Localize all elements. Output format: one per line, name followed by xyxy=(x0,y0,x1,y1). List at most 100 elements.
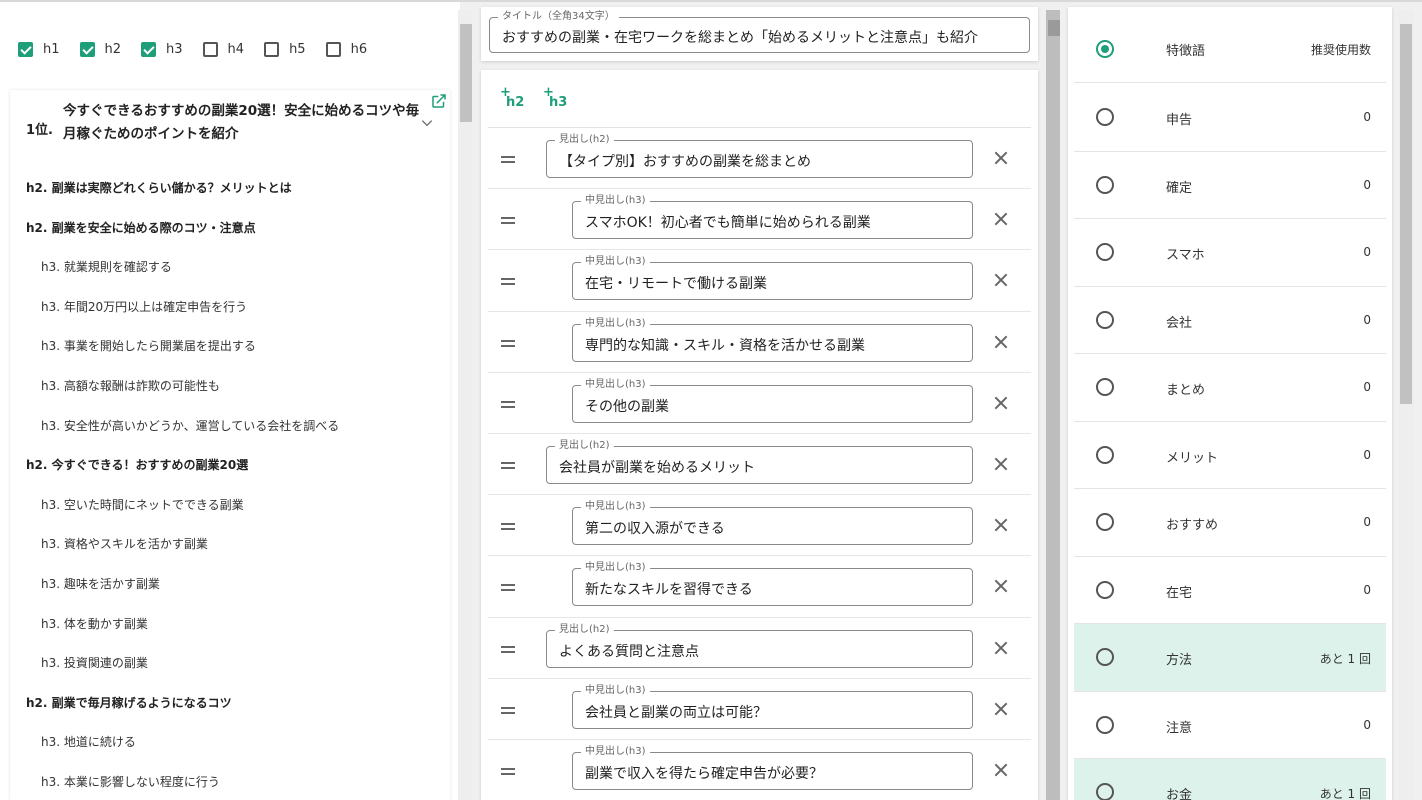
checkbox-icon[interactable] xyxy=(141,41,157,57)
filter-h5[interactable]: h5 xyxy=(264,41,312,57)
heading-field-h2[interactable]: 見出し(h2) 【タイプ別】おすすめの副業を総まとめ xyxy=(546,133,973,178)
delete-icon[interactable] xyxy=(993,578,1009,594)
right-scrollbar-thumb[interactable] xyxy=(1400,24,1412,404)
filter-h1[interactable]: h1 xyxy=(18,41,66,57)
drag-handle-icon[interactable] xyxy=(501,768,515,775)
keyword-row[interactable]: 会社 0 xyxy=(1074,287,1386,354)
keyword-radio[interactable] xyxy=(1096,378,1114,396)
drag-handle-icon[interactable] xyxy=(501,584,515,592)
keyword-name: 申告 xyxy=(1166,113,1193,128)
middle-scrollbar-thumb[interactable] xyxy=(1048,20,1060,36)
drag-handle-icon[interactable] xyxy=(501,523,515,531)
checkbox-icon[interactable] xyxy=(325,41,341,57)
add-h3-button[interactable]: + h3 xyxy=(543,85,573,115)
left-scrollbar-track[interactable] xyxy=(458,10,472,800)
keyword-radio[interactable] xyxy=(1096,715,1114,734)
keyword-count: 0 xyxy=(1363,110,1371,124)
filter-h6[interactable]: h6 xyxy=(325,41,374,57)
delete-icon[interactable] xyxy=(993,517,1009,533)
heading-field-h3[interactable]: 中見出し(h3) 新たなスキルを習得できる xyxy=(572,561,973,607)
filter-h4[interactable]: h4 xyxy=(202,41,251,57)
outline-item-h3: h3. 趣味を活かす副業 xyxy=(41,576,160,591)
heading-field-label: 中見出し(h3) xyxy=(581,316,650,331)
delete-icon[interactable] xyxy=(993,701,1009,717)
keyword-row[interactable]: メリット 0 xyxy=(1074,422,1386,489)
title-field[interactable]: タイトル（全角34文字） おすすめの副業・在宅ワークを総まとめ「始めるメリットと… xyxy=(489,10,1030,53)
heading-field-h2[interactable]: 見出し(h2) よくある質問と注意点 xyxy=(546,622,973,668)
competitor-title-row[interactable]: 1位. 今すぐできるおすすめの副業20選！安全に始めるコツや毎月稼ぐためのポイン… xyxy=(26,100,426,146)
delete-icon[interactable] xyxy=(993,211,1009,227)
heading-field-h3[interactable]: 中見出し(h3) 会社員と副業の両立は可能？ xyxy=(572,683,973,729)
external-link-icon[interactable] xyxy=(430,92,448,110)
title-card: タイトル（全角34文字） おすすめの副業・在宅ワークを総まとめ「始めるメリットと… xyxy=(481,7,1038,61)
keyword-row[interactable]: まとめ 0 xyxy=(1074,354,1386,422)
keyword-row[interactable]: 方法 あと 1 回 xyxy=(1074,624,1386,692)
keyword-radio[interactable] xyxy=(1096,445,1114,464)
keyword-row[interactable]: スマホ 0 xyxy=(1074,219,1386,287)
heading-row: 中見出し(h3) 第二の収入源ができる xyxy=(488,495,1031,557)
keyword-panel: 特徴語 推奨使用数 申告 0 確定 0 スマホ 0 会社 0 まとめ 0 メリット 0 おすすめ 0 在宅 0… xyxy=(1068,7,1392,800)
drag-handle-icon[interactable] xyxy=(501,278,515,286)
filter-h2[interactable]: h2 xyxy=(79,41,128,57)
drag-handle-icon[interactable] xyxy=(501,339,515,347)
heading-field-h3[interactable]: 中見出し(h3) 在宅・リモートで働ける副業 xyxy=(572,255,973,301)
add-h2-button[interactable]: + h2 xyxy=(500,85,530,115)
drag-handle-icon[interactable] xyxy=(501,462,515,469)
delete-icon[interactable] xyxy=(993,456,1009,472)
filter-label: h3 xyxy=(166,41,183,57)
heading-field-label: 見出し(h2) xyxy=(555,439,614,453)
delete-icon[interactable] xyxy=(993,395,1009,411)
heading-row: 見出し(h2) 会社員が副業を始めるメリット xyxy=(488,434,1031,496)
checkbox-icon[interactable] xyxy=(264,41,280,57)
keyword-row[interactable]: お金 あと 1 回 xyxy=(1074,759,1386,800)
heading-row: 中見出し(h3) 副業で収入を得たら確定申告が必要？ xyxy=(488,740,1031,800)
drag-handle-icon[interactable] xyxy=(501,217,515,225)
delete-icon[interactable] xyxy=(993,640,1009,656)
keyword-radio[interactable] xyxy=(1096,648,1114,666)
keyword-radio[interactable] xyxy=(1096,108,1114,126)
heading-field-h3[interactable]: 中見出し(h3) その他の副業 xyxy=(572,377,973,423)
heading-row: 中見出し(h3) 新たなスキルを習得できる xyxy=(488,556,1031,618)
heading-field-h2[interactable]: 見出し(h2) 会社員が副業を始めるメリット xyxy=(546,439,973,484)
delete-icon[interactable] xyxy=(993,334,1009,350)
drag-handle-icon[interactable] xyxy=(501,645,515,653)
delete-icon[interactable] xyxy=(993,272,1009,288)
heading-field-value: 第二の収入源ができる xyxy=(585,521,725,538)
heading-field-value: 会社員が副業を始めるメリット xyxy=(559,460,755,476)
drag-handle-icon[interactable] xyxy=(501,156,515,163)
heading-field-value: 会社員と副業の両立は可能？ xyxy=(585,704,767,721)
keyword-row[interactable]: 申告 0 xyxy=(1074,84,1386,152)
checkbox-icon[interactable] xyxy=(202,41,218,57)
keyword-row[interactable]: 注意 0 xyxy=(1074,692,1386,759)
delete-icon[interactable] xyxy=(993,150,1009,166)
keyword-row[interactable]: 確定 0 xyxy=(1074,152,1386,219)
keyword-radio[interactable] xyxy=(1096,310,1114,329)
keyword-radio[interactable] xyxy=(1096,783,1114,800)
keyword-row[interactable]: 在宅 0 xyxy=(1074,557,1386,624)
keyword-name: 確定 xyxy=(1166,180,1193,196)
keyword-radio[interactable] xyxy=(1096,513,1114,531)
keyword-row[interactable]: おすすめ 0 xyxy=(1074,489,1386,557)
drag-handle-icon[interactable] xyxy=(501,706,515,714)
select-all-radio[interactable] xyxy=(1096,40,1114,58)
checkbox-icon[interactable] xyxy=(18,41,33,57)
heading-row: 見出し(h2) 【タイプ別】おすすめの副業を総まとめ xyxy=(488,128,1031,190)
competitor-outline-list: h2. 副業は実際どれくらい儲かる？メリットとは h2. 副業を安全に始める際のコ… xyxy=(10,174,450,800)
delete-icon[interactable] xyxy=(993,762,1009,778)
heading-row: 中見出し(h3) 在宅・リモートで働ける副業 xyxy=(488,250,1031,312)
heading-field-h3[interactable]: 中見出し(h3) 専門的な知識・スキル・資格を活かせる副業 xyxy=(572,316,973,362)
filter-h3[interactable]: h3 xyxy=(141,41,189,57)
keyword-radio[interactable] xyxy=(1096,243,1114,261)
left-scrollbar-thumb[interactable] xyxy=(460,24,472,122)
drag-handle-icon[interactable] xyxy=(501,400,515,408)
checkbox-icon[interactable] xyxy=(79,41,95,57)
heading-field-h3[interactable]: 中見出し(h3) 第二の収入源ができる xyxy=(572,500,973,546)
keyword-radio[interactable] xyxy=(1096,175,1114,194)
middle-scrollbar-track[interactable] xyxy=(1046,10,1060,800)
keyword-radio[interactable] xyxy=(1096,580,1114,599)
heading-field-h3[interactable]: 中見出し(h3) 副業で収入を得たら確定申告が必要？ xyxy=(572,745,973,790)
heading-field-h3[interactable]: 中見出し(h3) スマホOK！初心者でも簡単に始められる副業 xyxy=(572,194,973,240)
chevron-down-icon[interactable] xyxy=(420,116,434,130)
heading-field-label: 中見出し(h3) xyxy=(581,500,650,515)
keyword-name: お金 xyxy=(1166,788,1193,800)
